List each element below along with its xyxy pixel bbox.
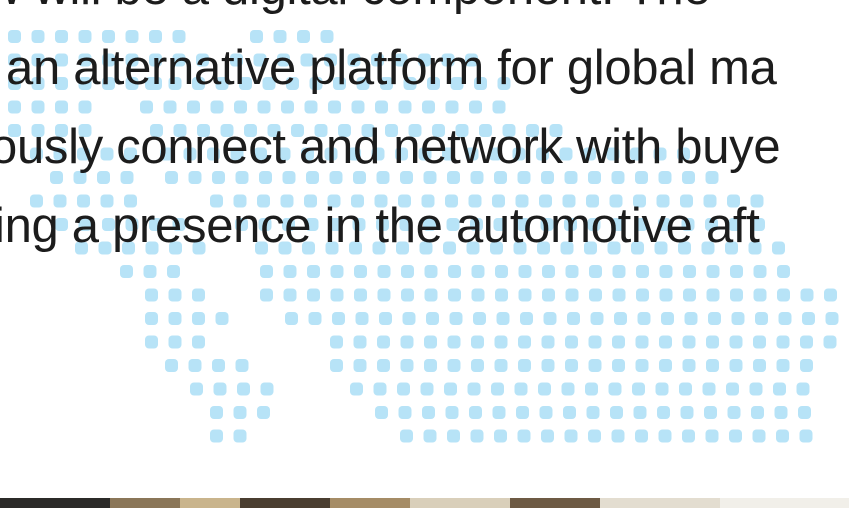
paragraph-line: an alternative platform for global ma [6, 41, 777, 95]
document-page: w will be a digital component. The an al… [0, 0, 849, 508]
paragraph-line: ing a presence in the automotive aft [0, 199, 760, 253]
photo-edge [0, 498, 849, 508]
body-paragraph: w will be a digital component. The an al… [0, 0, 849, 508]
paragraph-line: w will be a digital component. The [0, 0, 711, 28]
paragraph-line: ously connect and network with buye [0, 120, 781, 174]
